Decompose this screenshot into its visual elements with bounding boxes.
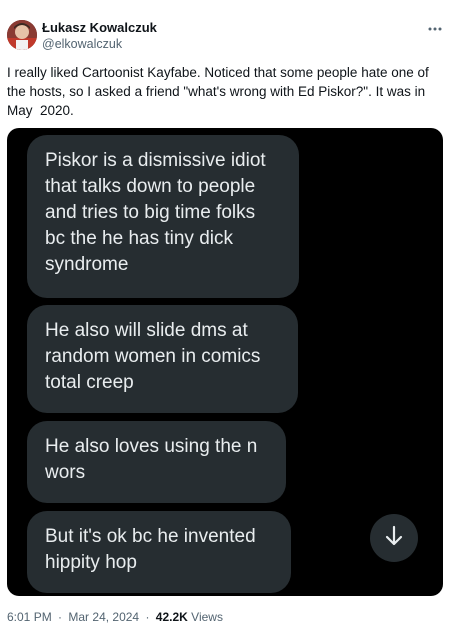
views-count[interactable]: 42.2K: [156, 610, 188, 624]
scroll-down-button[interactable]: [370, 514, 418, 562]
more-button[interactable]: [424, 18, 446, 36]
chat-message: But it's ok bc he invented hippity hop: [27, 511, 291, 593]
author-handle[interactable]: @elkowalczuk: [42, 37, 122, 52]
avatar[interactable]: [7, 20, 37, 50]
tweet-meta: 6:01 PM · Mar 24, 2024 · 42.2K Views: [7, 610, 223, 625]
tweet-text: I really liked Cartoonist Kayfabe. Notic…: [7, 65, 429, 118]
author-name[interactable]: Łukasz Kowalczuk: [42, 20, 157, 35]
separator: ·: [58, 610, 63, 624]
chat-message: He also will slide dms at random women i…: [27, 305, 298, 413]
arrow-down-icon: [384, 525, 404, 552]
chat-message: He also loves using the n wors: [27, 421, 286, 503]
tweet: Łukasz Kowalczuk @elkowalczuk I really l…: [0, 0, 451, 640]
tweet-date[interactable]: Mar 24, 2024: [68, 610, 139, 624]
chat-message: Piskor is a dismissive idiot that talks …: [27, 135, 299, 298]
views-label: Views: [191, 610, 223, 624]
separator: ·: [145, 610, 150, 624]
tweet-time[interactable]: 6:01 PM: [7, 610, 52, 624]
more-horizontal-icon: [428, 18, 442, 36]
tweet-media-image[interactable]: Piskor is a dismissive idiot that talks …: [7, 128, 443, 596]
